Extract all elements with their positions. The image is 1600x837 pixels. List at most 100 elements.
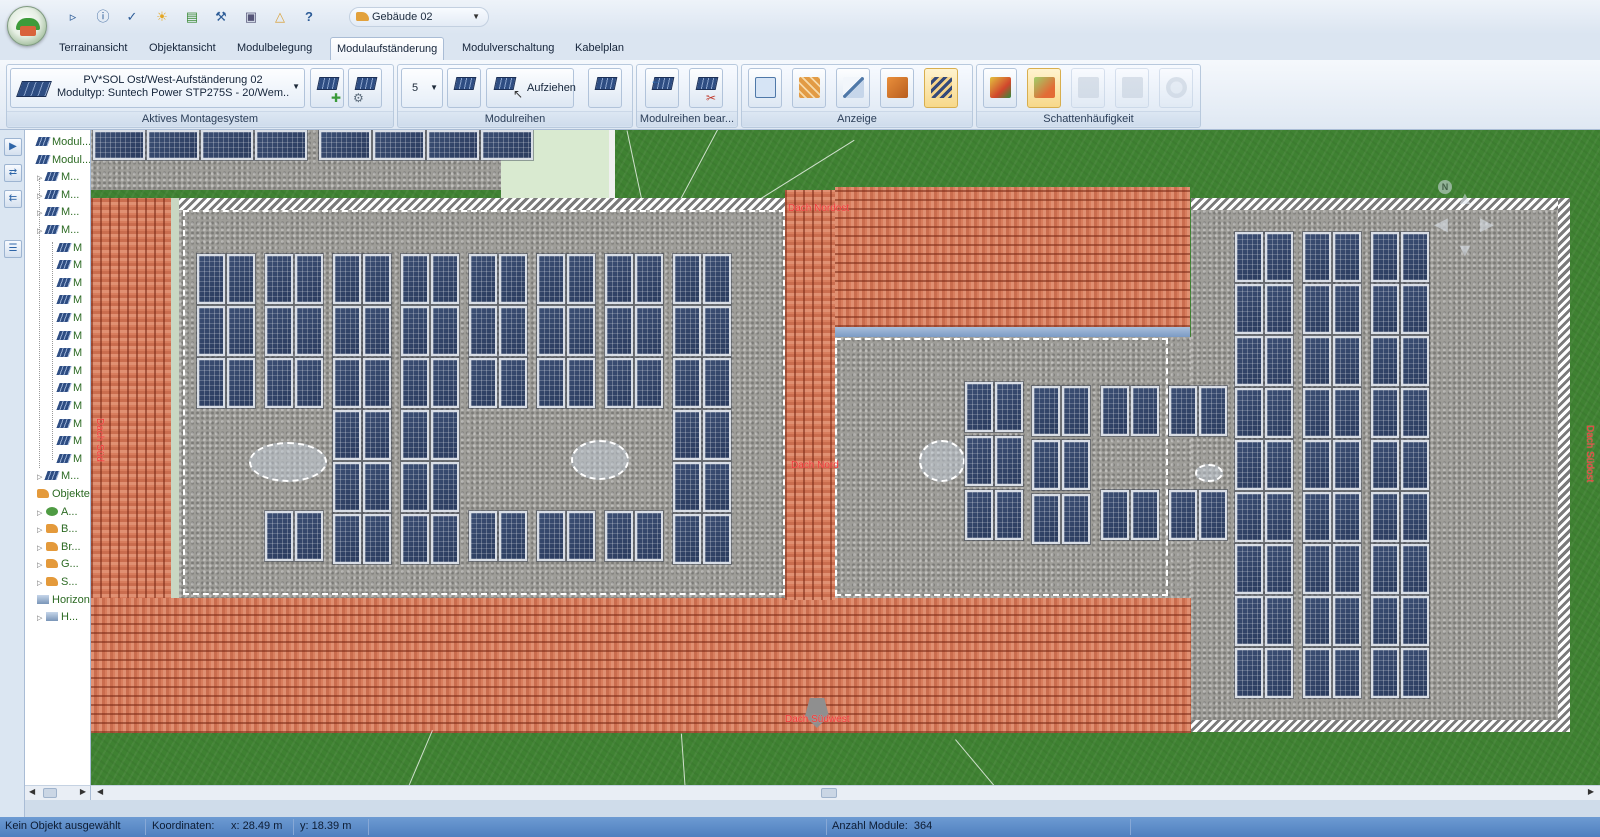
pv-module[interactable] [1235, 544, 1263, 594]
pv-module[interactable] [1265, 492, 1293, 542]
roof-label-bottom[interactable]: Dach Südwest [785, 714, 849, 725]
pv-module[interactable] [93, 130, 145, 160]
pv-module[interactable] [703, 410, 731, 460]
pv-module[interactable] [481, 130, 533, 160]
pv-module[interactable] [373, 130, 425, 160]
north-icon[interactable]: N [1438, 180, 1452, 194]
pv-module[interactable] [1371, 492, 1399, 542]
pv-module[interactable] [1265, 544, 1293, 594]
pv-module[interactable] [1303, 544, 1331, 594]
pv-module[interactable] [363, 514, 391, 564]
pv-module[interactable] [1235, 648, 1263, 698]
tree-item[interactable]: M [49, 416, 82, 433]
pv-module[interactable] [295, 306, 323, 356]
pv-module[interactable] [1303, 232, 1331, 282]
pv-module[interactable] [401, 514, 429, 564]
pv-module[interactable] [1371, 284, 1399, 334]
collapse-tree-icon[interactable]: ⇇ [4, 190, 22, 208]
pv-module[interactable] [431, 358, 459, 408]
pv-module[interactable] [635, 306, 663, 356]
pv-module[interactable] [469, 254, 497, 304]
pv-module[interactable] [1235, 388, 1263, 438]
pv-module[interactable] [605, 358, 633, 408]
pv-module[interactable] [1169, 386, 1197, 436]
pv-module[interactable] [265, 358, 293, 408]
tab-kabelplan[interactable]: Kabelplan [569, 37, 630, 60]
pv-module[interactable] [1265, 232, 1293, 282]
play-icon[interactable]: ▶ [4, 138, 22, 156]
pv-module[interactable] [363, 306, 391, 356]
roof-label-left[interactable]: Dach Süd [94, 418, 105, 462]
pv-module[interactable] [431, 306, 459, 356]
tree-item[interactable]: M [49, 310, 82, 327]
tree-view-icon[interactable]: ☰ [4, 240, 22, 258]
multi-row-button[interactable] [588, 68, 622, 108]
display-roof-button[interactable] [880, 68, 914, 108]
pv-module[interactable] [1303, 596, 1331, 646]
pv-module[interactable] [537, 254, 565, 304]
pv-module[interactable] [635, 511, 663, 561]
pv-module[interactable] [1401, 440, 1429, 490]
pv-module[interactable] [469, 511, 497, 561]
pv-module[interactable] [605, 254, 633, 304]
shade-option-5-button[interactable] [1159, 68, 1193, 108]
tab-modulverschaltung[interactable]: Modulverschaltung [456, 37, 560, 60]
pv-module[interactable] [537, 306, 565, 356]
roof-label-right[interactable]: Dach Südost [1584, 425, 1595, 482]
pv-module[interactable] [265, 306, 293, 356]
pv-module[interactable] [333, 410, 361, 460]
pv-module[interactable] [333, 462, 361, 512]
pv-module[interactable] [319, 130, 371, 160]
tree-item[interactable]: M [49, 257, 82, 274]
pv-module[interactable] [1401, 648, 1429, 698]
pv-module[interactable] [1333, 388, 1361, 438]
pv-module[interactable] [363, 410, 391, 460]
pv-module[interactable] [673, 410, 701, 460]
pv-module[interactable] [635, 358, 663, 408]
application-menu-button[interactable] [7, 6, 47, 46]
open-project-icon[interactable]: ▹ [63, 7, 83, 27]
pv-module[interactable] [995, 382, 1023, 432]
shade-modules-button[interactable] [1027, 68, 1061, 108]
pv-module[interactable] [703, 358, 731, 408]
tree-horizontal-scrollbar[interactable]: ◀ ▶ [25, 785, 91, 800]
arrow-down-icon[interactable]: ▼ [1456, 240, 1474, 261]
pv-module[interactable] [965, 382, 993, 432]
pv-module[interactable] [1371, 336, 1399, 386]
pv-module[interactable] [1303, 388, 1331, 438]
pv-module[interactable] [295, 511, 323, 561]
tree-item[interactable]: Modul... [28, 134, 90, 151]
scroll-left-icon[interactable]: ◀ [29, 787, 35, 796]
pv-module[interactable] [673, 306, 701, 356]
pv-module[interactable] [567, 306, 595, 356]
pv-module[interactable] [995, 436, 1023, 486]
pv-module[interactable] [673, 514, 701, 564]
pv-module[interactable] [1401, 232, 1429, 282]
pv-module[interactable] [1235, 336, 1263, 386]
pv-module[interactable] [1199, 386, 1227, 436]
pv-module[interactable] [333, 306, 361, 356]
shade-option-4-button[interactable] [1115, 68, 1149, 108]
pv-module[interactable] [431, 254, 459, 304]
pv-module[interactable] [499, 306, 527, 356]
tree-item[interactable]: M [49, 433, 82, 450]
pv-module[interactable] [363, 358, 391, 408]
expand-arrow-icon[interactable]: ▷ [37, 522, 46, 539]
pv-module[interactable] [295, 254, 323, 304]
display-measure-button[interactable] [836, 68, 870, 108]
pv-module[interactable] [1401, 388, 1429, 438]
pv-module[interactable] [1265, 388, 1293, 438]
pv-module[interactable] [363, 462, 391, 512]
pv-module[interactable] [401, 358, 429, 408]
pv-module[interactable] [1265, 284, 1293, 334]
pv-module[interactable] [1371, 440, 1399, 490]
pv-module[interactable] [1199, 490, 1227, 540]
pv-module[interactable] [703, 254, 731, 304]
pv-module[interactable] [1371, 232, 1399, 282]
delete-row-button[interactable]: ✂ [689, 68, 723, 108]
mounting-system-selector[interactable]: PV*SOL Ost/West-Aufständerung 02 Modulty… [10, 68, 305, 108]
tree-item[interactable]: Modul... [28, 152, 90, 169]
add-mounting-button[interactable]: ✚ [310, 68, 344, 108]
arrow-left-icon[interactable]: ◀ [1434, 214, 1448, 235]
tree-item[interactable]: Horizont [28, 592, 90, 609]
